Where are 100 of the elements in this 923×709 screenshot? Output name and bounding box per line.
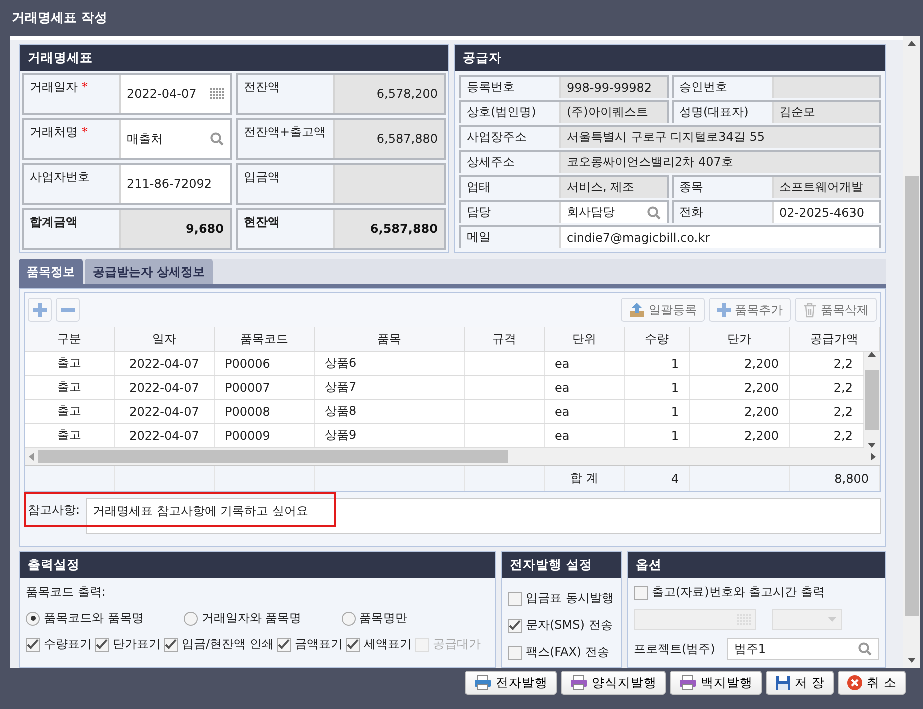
field-value: 코오롱싸이언스밸리2차 407호 (567, 154, 734, 171)
tab[interactable]: 품목정보 (19, 259, 83, 284)
scrollbar[interactable] (903, 36, 920, 668)
panel-header: 옵션 (628, 552, 885, 578)
checkbox[interactable] (508, 592, 522, 606)
field-label: 입금액 (243, 169, 281, 186)
required-mark: * (82, 80, 88, 94)
field-value: 2022-04-07 (127, 87, 197, 101)
table-cell: 출고 (25, 400, 115, 423)
table-cell: 상품7 (315, 376, 465, 399)
field-value: 02-2025-4630 (780, 206, 865, 220)
note-field[interactable]: 거래명세표 참고사항에 기록하고 싶어요 (86, 498, 881, 534)
action-button[interactable]: 전자발행 (465, 671, 558, 695)
column-header[interactable]: 품목코드 (215, 327, 315, 351)
table-cell: 2022-04-07 (115, 424, 215, 447)
column-header[interactable]: 단위 (545, 327, 625, 351)
checkbox-option[interactable]: 출고(자료)번호와 출고시간 출력 (634, 584, 879, 601)
field-label: 사업자번호 (29, 169, 91, 186)
checkbox-option[interactable]: 문자(SMS) 전송 (508, 617, 615, 634)
checkbox[interactable] (26, 638, 40, 652)
action-button[interactable]: 취 소 (838, 671, 906, 695)
column-header[interactable]: 일자 (115, 327, 215, 351)
checkbox-option[interactable]: 세액표기 (346, 636, 412, 653)
field-value: 998-99-99982 (567, 80, 652, 94)
radio-option[interactable]: 거래일자와 품목명 (184, 610, 302, 627)
checkbox-option[interactable]: 입금표 동시발행 (508, 590, 615, 607)
checkbox[interactable] (164, 638, 178, 652)
table-cell: 상품8 (315, 400, 465, 423)
checkbox[interactable] (634, 586, 648, 600)
calendar-icon[interactable] (210, 88, 224, 100)
column-header[interactable]: 공급가액 (790, 327, 880, 351)
plus-icon (717, 303, 731, 317)
table-cell: 2,200 (690, 352, 790, 375)
action-button[interactable]: 백지발행 (670, 671, 762, 695)
toolbar-button[interactable]: 품목삭제 (795, 298, 877, 322)
table-cell: 출고 (25, 424, 115, 447)
radio-button[interactable] (184, 612, 198, 626)
minus-icon (61, 308, 75, 312)
tab[interactable]: 공급받는자 상세정보 (85, 259, 214, 284)
field-value: 매출처 (127, 130, 163, 148)
scroll-left-icon[interactable] (29, 452, 34, 460)
scroll-up-icon[interactable] (908, 41, 916, 46)
field-value: 서울특별시 구로구 디지털로34길 55 (567, 129, 765, 146)
table-cell: 1 (625, 352, 690, 375)
column-header[interactable]: 단가 (690, 327, 790, 351)
radio-button[interactable] (342, 612, 356, 626)
action-button[interactable]: 저 장 (766, 671, 834, 695)
checkbox-option[interactable]: 팩스(FAX) 전송 (508, 644, 615, 661)
scroll-down-icon[interactable] (908, 658, 916, 663)
checkbox-option[interactable]: 금액표기 (276, 636, 343, 653)
checkbox-option[interactable]: 수량표기 (26, 636, 92, 653)
input-field[interactable]: 02-2025-4630 (772, 202, 879, 223)
scroll-right-icon[interactable] (871, 452, 876, 460)
checkbox[interactable] (508, 618, 522, 632)
input-field[interactable]: cindie7@magicbill.co.kr (559, 227, 879, 248)
radio-option[interactable]: 품목명만 (342, 610, 408, 627)
search-icon[interactable] (858, 642, 872, 656)
caret-icon (828, 617, 837, 622)
total-amount: 8,800 (790, 466, 880, 491)
search-icon[interactable] (646, 206, 660, 220)
total-label: 합 계 (545, 466, 625, 491)
trash-icon (803, 302, 817, 318)
scrollbar[interactable] (25, 448, 880, 465)
field-label: 현잔액 (243, 214, 281, 231)
radio-option[interactable]: 품목코드와 품목명 (26, 610, 144, 627)
required-mark: * (82, 125, 88, 139)
checkbox-option[interactable]: 입금/현잔액 인쇄 (164, 636, 274, 653)
column-header[interactable]: 구분 (25, 327, 115, 351)
section-label: 품목코드 출력: (26, 584, 107, 601)
field-value: (주)아이퀘스트 (567, 104, 648, 121)
field-label: 거래처명 * (29, 124, 89, 141)
remove-row-button[interactable] (56, 298, 80, 322)
field-value: cindie7@magicbill.co.kr (567, 230, 710, 244)
toolbar-button[interactable]: 품목추가 (709, 298, 791, 322)
checkbox-option[interactable]: 단가표기 (95, 636, 161, 653)
action-button[interactable]: 양식지발행 (561, 671, 666, 695)
column-header[interactable]: 규격 (465, 327, 545, 351)
checkbox[interactable] (276, 638, 291, 652)
table-cell: 2022-04-07 (115, 352, 215, 375)
checkbox[interactable] (346, 638, 360, 652)
input-field[interactable]: 회사담당 (559, 202, 666, 223)
add-row-button[interactable] (28, 298, 52, 322)
input-field[interactable]: 범주1 (727, 638, 879, 660)
panel-header: 공급자 (455, 45, 885, 71)
input-field[interactable]: 2022-04-07 (119, 75, 230, 113)
table-cell: 출고 (25, 376, 115, 399)
printer-icon (474, 675, 492, 691)
toolbar-button[interactable]: 일괄등록 (621, 298, 705, 322)
checkbox[interactable] (95, 638, 109, 652)
search-icon[interactable] (210, 132, 224, 146)
input-field[interactable]: 매출처 (119, 120, 230, 158)
column-header[interactable]: 수량 (625, 327, 690, 351)
input-field[interactable]: 211-86-72092 (119, 165, 230, 203)
scrollbar[interactable] (864, 352, 880, 448)
radio-button[interactable] (26, 612, 40, 626)
cancel-icon (847, 675, 864, 691)
window-title: 거래명세표 작성 (12, 10, 108, 27)
field-value: 서비스, 제조 (567, 179, 635, 196)
column-header[interactable]: 품목 (315, 327, 465, 351)
checkbox[interactable] (508, 646, 522, 660)
